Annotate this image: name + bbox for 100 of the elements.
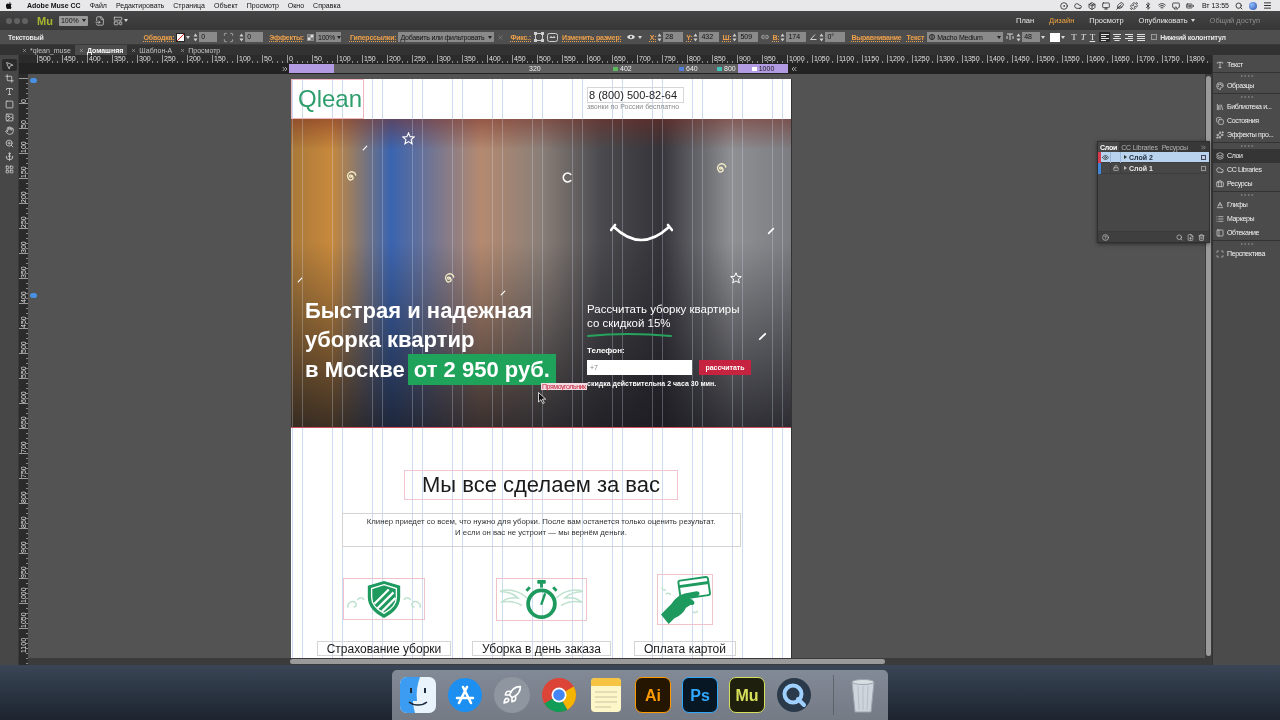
- cursor-icon: [538, 392, 547, 404]
- menu-icon[interactable]: [1263, 1, 1272, 10]
- palette-icon[interactable]: [1216, 82, 1224, 90]
- trash-icon[interactable]: [1198, 233, 1205, 241]
- avatar-icon[interactable]: [1249, 1, 1257, 10]
- site-logo: Qlean: [291, 79, 364, 119]
- library-icon[interactable]: [1216, 103, 1224, 111]
- apple-icon[interactable]: [6, 2, 12, 9]
- search-icon[interactable]: [1235, 1, 1243, 10]
- stroke-swatch-icon[interactable]: [176, 32, 186, 42]
- briefcase-icon[interactable]: [1216, 180, 1224, 188]
- file-import-icon[interactable]: [94, 15, 105, 26]
- link-icon[interactable]: [761, 33, 770, 41]
- text-style-button[interactable]: T: [1071, 32, 1077, 42]
- section-title: Мы все сделаем за вас: [403, 470, 678, 500]
- app-store-icon[interactable]: [447, 677, 483, 713]
- chevrons-left-icon[interactable]: [790, 64, 798, 73]
- feature-title: Страхование уборки: [316, 641, 452, 656]
- panel-icon[interactable]: [1216, 229, 1224, 237]
- notepad-icon[interactable]: [588, 677, 624, 713]
- dash-icon: [362, 145, 368, 151]
- text-style-button[interactable]: T: [1089, 32, 1096, 42]
- text-style-button[interactable]: T: [1080, 32, 1086, 42]
- copy-icon[interactable]: [1216, 117, 1224, 125]
- star-icon: [730, 272, 742, 284]
- checker-icon[interactable]: [306, 33, 314, 41]
- feature-title: Уборка в день заказа: [471, 641, 612, 656]
- new-file-icon[interactable]: [1187, 233, 1194, 241]
- list-icon[interactable]: [1216, 215, 1224, 223]
- feather-icon[interactable]: [1115, 1, 1124, 10]
- arc-icon: [562, 172, 573, 183]
- dock-item[interactable]: Mu: [729, 677, 765, 713]
- dash-icon: [767, 227, 775, 235]
- browser-icon[interactable]: [541, 677, 577, 713]
- caret-icon[interactable]: [997, 35, 1002, 39]
- dash-icon: [297, 277, 303, 283]
- close-icon[interactable]: [131, 47, 137, 53]
- footer-checkbox[interactable]: [1151, 34, 1158, 40]
- brush-stroke-icon: [587, 332, 672, 338]
- eye-icon[interactable]: [625, 34, 636, 40]
- package-icon[interactable]: [1087, 1, 1096, 10]
- triangle-icon[interactable]: [1124, 155, 1127, 159]
- eye-icon[interactable]: [1102, 153, 1109, 161]
- guide-marker-icon[interactable]: [30, 293, 37, 298]
- magnifier-icon[interactable]: [776, 677, 812, 713]
- frame-handles-icon[interactable]: [534, 32, 545, 42]
- dash-icon: [500, 290, 506, 296]
- angle-icon[interactable]: [810, 34, 818, 40]
- layout-icon[interactable]: [112, 15, 123, 26]
- color-swatch-icon[interactable]: [1050, 32, 1061, 42]
- caret-icon[interactable]: [488, 35, 493, 39]
- sparkles-icon[interactable]: [1216, 131, 1224, 139]
- lock-icon[interactable]: [1112, 165, 1119, 171]
- face-icon[interactable]: [400, 677, 436, 713]
- stopwatch-icon: [496, 577, 587, 621]
- caret-icon[interactable]: [1041, 35, 1046, 39]
- font-size-icon[interactable]: [1006, 33, 1015, 41]
- dock-item[interactable]: Ps: [682, 677, 718, 713]
- hand-card-icon: [657, 573, 713, 625]
- caret-icon[interactable]: [123, 19, 128, 22]
- close-icon[interactable]: [78, 47, 84, 53]
- caret-icon[interactable]: [186, 35, 191, 39]
- record-icon[interactable]: [1059, 1, 1068, 10]
- hero-headline: Быстрая и надежная уборка квартир в Москве от 2 950 руб.: [305, 296, 556, 385]
- letter-a-icon[interactable]: [1216, 201, 1224, 209]
- wifi-icon[interactable]: [1157, 1, 1166, 10]
- type-icon[interactable]: [1216, 61, 1224, 69]
- phone-number: 8 (800) 500-82-64: [587, 87, 685, 103]
- swirl-icon: [443, 272, 455, 284]
- close-icon[interactable]: [22, 47, 27, 53]
- caret-icon[interactable]: [1190, 19, 1195, 22]
- frame-corners-icon[interactable]: [1216, 250, 1224, 258]
- layers-icon[interactable]: [1216, 152, 1224, 160]
- rocket-icon[interactable]: [494, 677, 530, 713]
- form-title: Рассчитать уборку квартиры со скидкой 15%: [587, 302, 740, 330]
- rounded-frame-icon[interactable]: [547, 32, 559, 42]
- swirl-icon: [715, 162, 727, 174]
- caret-icon[interactable]: [1061, 35, 1066, 39]
- caret-icon[interactable]: [637, 35, 642, 39]
- airplay-icon[interactable]: [1171, 1, 1180, 10]
- cloud-icon[interactable]: [1073, 1, 1082, 10]
- guide-marker-icon[interactable]: [30, 78, 37, 83]
- puzzle-icon[interactable]: [1129, 1, 1138, 10]
- chevrons-right-icon[interactable]: [281, 64, 289, 73]
- display-icon[interactable]: [1101, 1, 1110, 10]
- dock-item[interactable]: Ai: [635, 677, 671, 713]
- corners-icon[interactable]: [223, 31, 235, 43]
- bluetooth-icon[interactable]: [1143, 1, 1152, 10]
- triangle-icon[interactable]: [1124, 166, 1127, 170]
- close-icon[interactable]: [180, 47, 186, 53]
- shield-icon: [343, 578, 425, 620]
- app-logo: Mu: [37, 14, 53, 27]
- feature-title: Оплата картой: [634, 641, 736, 656]
- dash-icon: [758, 332, 767, 341]
- circle-icon[interactable]: [929, 34, 936, 40]
- battery-icon[interactable]: [1185, 1, 1194, 10]
- help-icon[interactable]: [1102, 233, 1109, 241]
- star-icon: [402, 132, 415, 145]
- caret-icon[interactable]: [337, 35, 342, 39]
- caret-icon[interactable]: [81, 19, 86, 22]
